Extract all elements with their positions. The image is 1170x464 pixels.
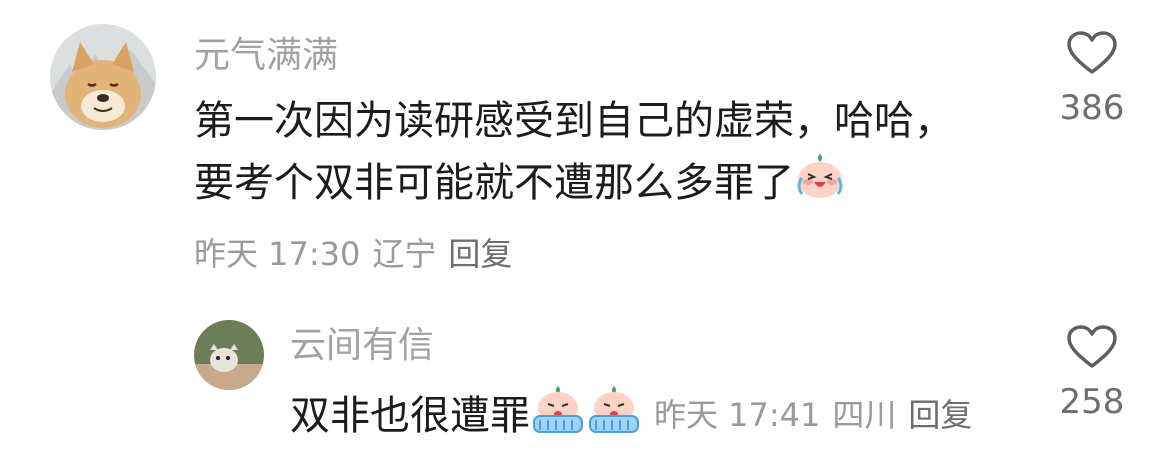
- like-count: 386: [1059, 88, 1125, 128]
- comment-text: 第一次因为读研感受到自己的虚荣，哈哈， 要考个双非可能就不遭那么多罪了: [194, 90, 954, 218]
- reply-comment-item: 云间有信 双非也很遭罪 昨天 17:41 四川 回复 258: [0, 290, 1170, 464]
- comment-text-line: 要考个双非可能就不遭那么多罪了: [194, 152, 954, 218]
- comment-text-segment: 要考个双非可能就不遭那么多罪了: [194, 160, 794, 206]
- crying-peach-emoji: [586, 384, 642, 452]
- like-count: 258: [1059, 382, 1125, 422]
- comment-time: 昨天 17:41: [654, 396, 821, 434]
- heart-icon: [1067, 31, 1117, 74]
- reply-button[interactable]: 回复: [448, 235, 512, 273]
- crying-peach-emoji: [530, 384, 586, 452]
- comment-meta: 昨天 17:30 辽宁 回复: [194, 234, 524, 274]
- username[interactable]: 云间有信: [290, 324, 434, 368]
- like-button[interactable]: 258: [1052, 324, 1132, 422]
- comment-text-line: 第一次因为读研感受到自己的虚荣，哈哈，: [194, 98, 954, 144]
- heart-icon: [1067, 325, 1117, 368]
- comment-text: 双非也很遭罪: [290, 384, 642, 452]
- username[interactable]: 元气满满: [194, 34, 338, 78]
- avatar[interactable]: [194, 320, 264, 390]
- cat-avatar-icon: [194, 320, 264, 390]
- comment-meta: 昨天 17:41 四川 回复: [654, 395, 984, 435]
- comment-location: 辽宁: [372, 235, 437, 273]
- laughing-crying-peach-emoji: [794, 152, 846, 218]
- shiba-dog-avatar-icon: [50, 24, 156, 130]
- reply-button[interactable]: 回复: [908, 396, 972, 434]
- comment-item: 元气满满 第一次因为读研感受到自己的虚荣，哈哈， 要考个双非可能就不遭那么多罪了: [0, 0, 1170, 290]
- avatar[interactable]: [50, 24, 156, 130]
- comment-text-segment: 双非也很遭罪: [290, 393, 530, 439]
- comment-time: 昨天 17:30: [194, 235, 361, 273]
- like-button[interactable]: 386: [1052, 30, 1132, 128]
- comment-location: 四川: [832, 396, 897, 434]
